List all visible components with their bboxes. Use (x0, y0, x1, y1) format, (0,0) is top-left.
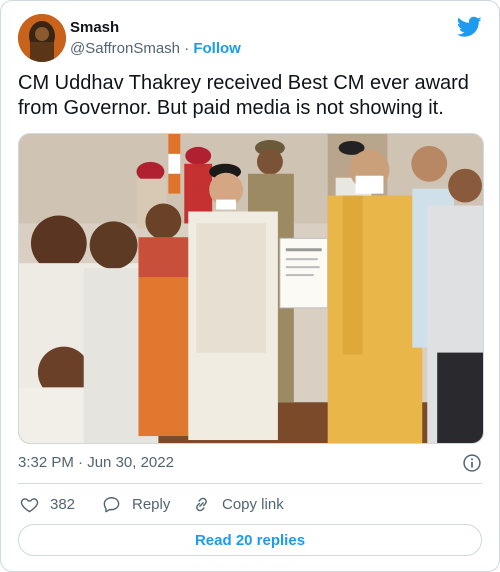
tweet-meta: 3:32 PM · Jun 30, 2022 (18, 453, 482, 473)
author-handle[interactable]: @SaffronSmash (70, 40, 180, 57)
tweet-time[interactable]: 3:32 PM (18, 454, 74, 471)
tweet-header: Smash @SaffronSmash · Follow (18, 14, 482, 62)
divider (18, 483, 482, 484)
tweet-date[interactable]: Jun 30, 2022 (87, 454, 174, 471)
avatar[interactable] (18, 14, 66, 62)
read-replies-button[interactable]: Read 20 replies (18, 524, 482, 556)
handle-separator: · (184, 40, 190, 57)
author-name[interactable]: Smash (70, 18, 119, 38)
copy-link-label: Copy link (222, 495, 284, 513)
like-count: 382 (50, 495, 76, 513)
photo-image (19, 134, 483, 443)
follow-button[interactable]: Follow (193, 40, 241, 57)
tweet-text: CM Uddhav Thakrey received Best CM ever … (18, 72, 475, 119)
like-button[interactable]: 382 (20, 493, 75, 515)
speech-bubble-icon (103, 496, 120, 512)
tweet-actions: 382 Reply Copy link (18, 493, 482, 515)
info-icon[interactable] (462, 453, 482, 473)
twitter-bird-icon[interactable] (457, 16, 482, 38)
reply-label: Reply (132, 495, 171, 513)
link-icon (196, 497, 207, 511)
author-handle-row: @SaffronSmash · Follow (70, 39, 241, 59)
heart-icon (20, 497, 39, 512)
date-separator: · (78, 454, 84, 471)
copy-link-button[interactable]: Copy link (192, 493, 284, 515)
reply-button[interactable]: Reply (102, 493, 170, 515)
tweet-photo[interactable] (18, 133, 484, 444)
tweet-card: Smash @SaffronSmash · Follow CM Uddhav T… (0, 0, 500, 572)
